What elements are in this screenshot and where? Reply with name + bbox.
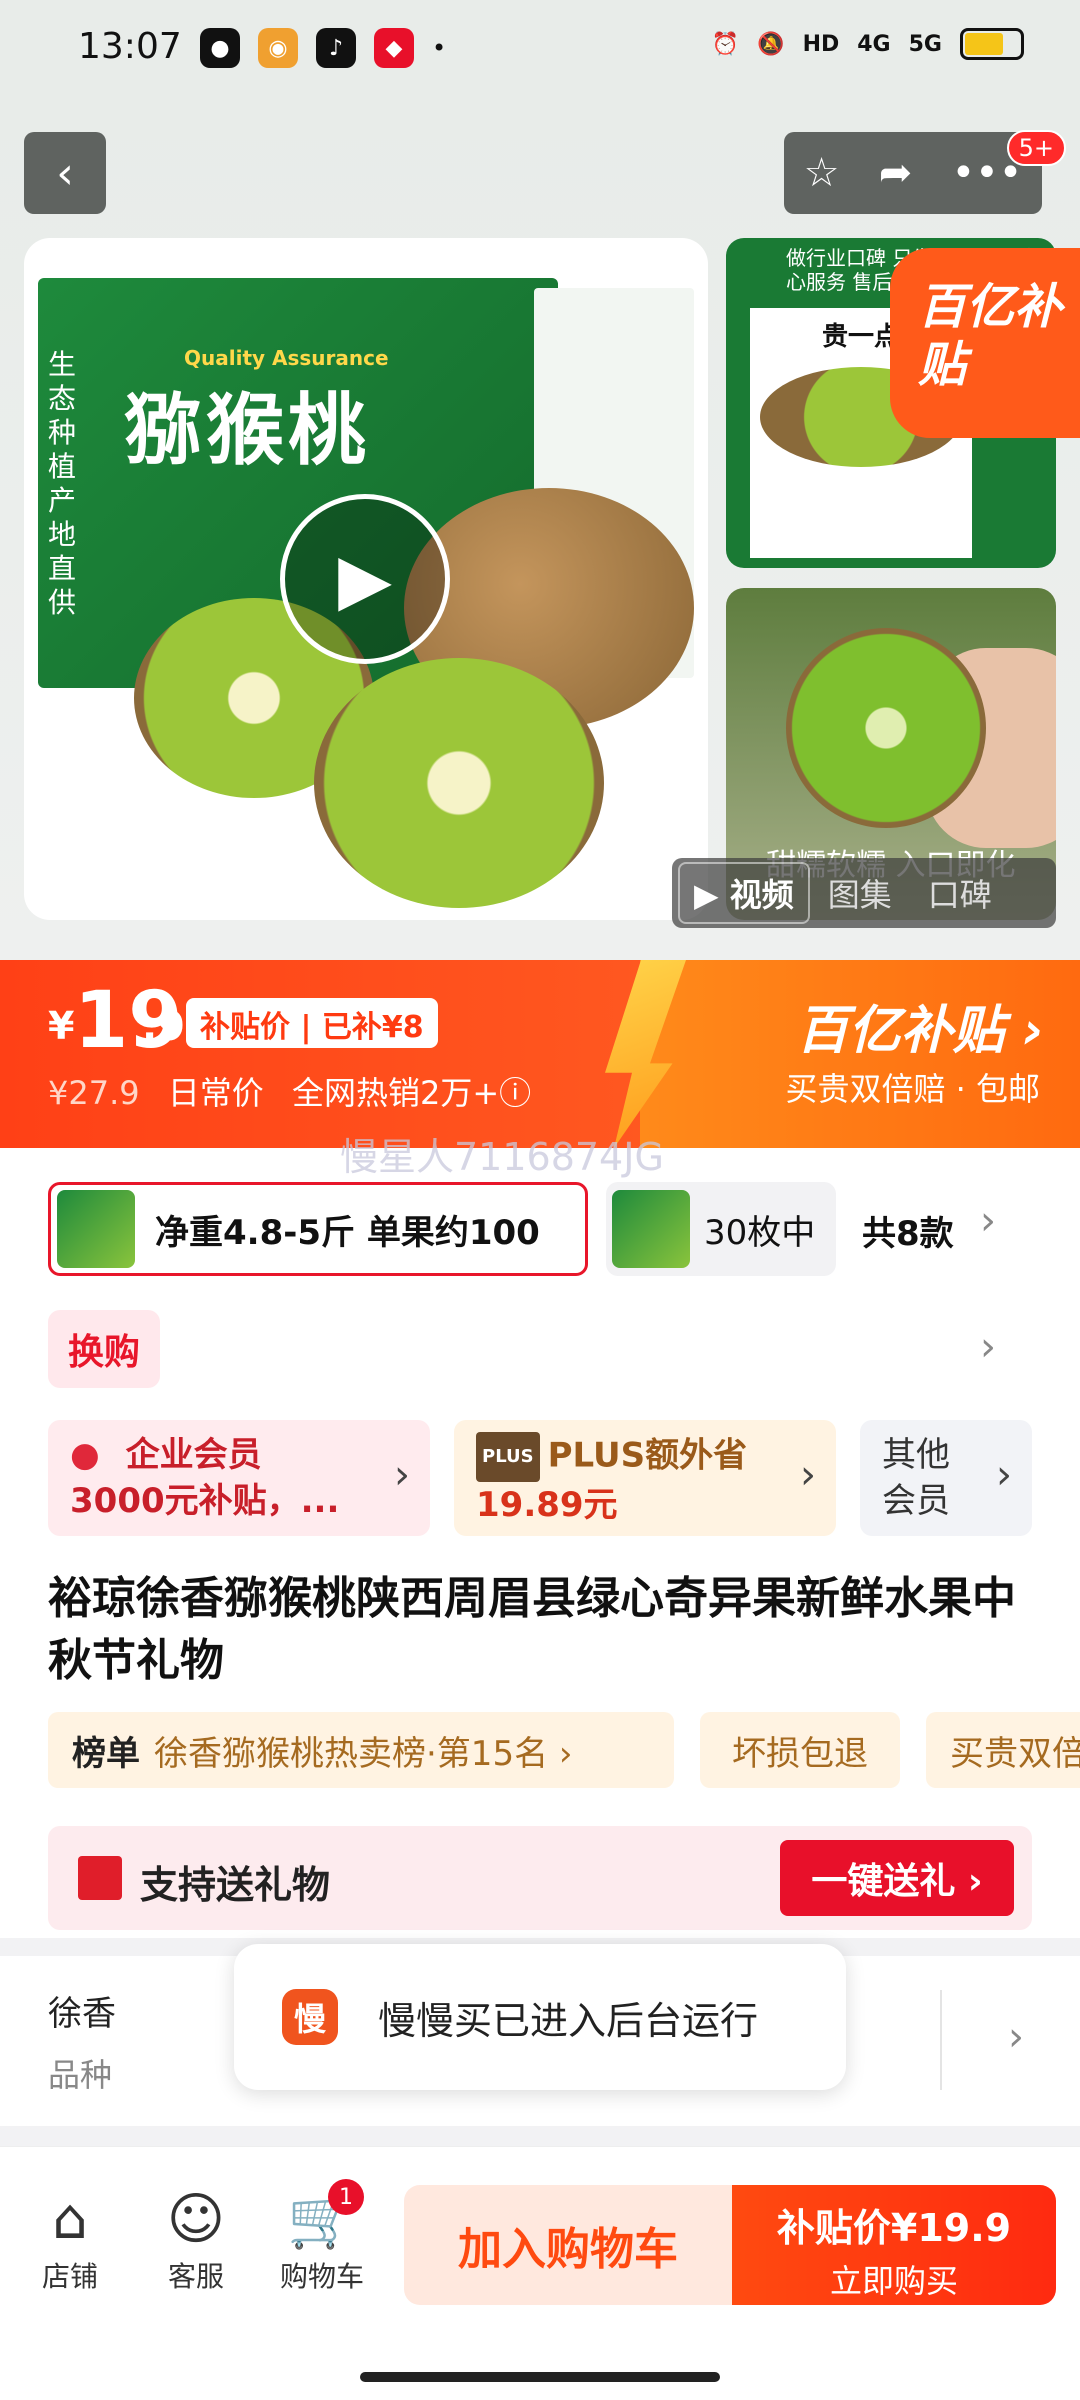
cart-button[interactable]: 🛒 1 购物车 [262, 2179, 382, 2295]
kiwi-half-image [314, 658, 604, 908]
send-gift-button[interactable]: 一键送礼 › [780, 1840, 1014, 1916]
top-actions: ☆ ➦ ••• [784, 132, 1042, 214]
signal-4g-icon: 4G [857, 31, 891, 57]
original-price-label: 日常价 [167, 1074, 264, 1112]
box-title-text: 猕猴桃 [124, 385, 371, 476]
original-price-row: ¥27.9 日常价 全网热销2万+ⓘ [48, 1068, 531, 1114]
spec-count[interactable]: 共8款 [862, 1206, 954, 1255]
subsidy-brand[interactable]: 百亿补贴 › [796, 988, 1044, 1063]
watermark: 慢星人7116874JG [340, 1135, 664, 1179]
weibo-icon: ◉ [258, 28, 298, 68]
original-price: ¥27.9 [48, 1074, 140, 1112]
product-gallery: ‹ ☆ ➦ ••• 5+ 生态种植产地直供 Quality Assurance … [0, 100, 1080, 960]
person-icon: ● [70, 1435, 100, 1475]
subsidy-corner-tag: 百亿补贴 [890, 248, 1080, 438]
tab-gallery[interactable]: 图集 [810, 870, 910, 916]
chevron-right-icon: › [800, 1452, 816, 1498]
signal-5g-icon: 5G [908, 31, 942, 57]
media-tabs: ▶ 视频 图集 口碑 [672, 858, 1056, 928]
spec-label: 30枚中 [704, 1212, 816, 1253]
back-button[interactable]: ‹ [24, 132, 106, 214]
more-dot-icon: • [432, 34, 447, 62]
other-member-card[interactable]: 其他 会员 › [860, 1420, 1032, 1536]
status-right: ⏰ 🔕 HD 4G 5G [712, 28, 1024, 60]
spec-option[interactable]: 30枚中 [606, 1182, 836, 1276]
mute-icon: 🔕 [757, 31, 785, 57]
gift-row[interactable]: 支持送礼物 一键送礼 › [48, 1826, 1032, 1930]
battery-icon [960, 28, 1024, 60]
shop-button[interactable]: ⌂ 店铺 [10, 2185, 130, 2295]
status-bar: 13:07 ● ◉ ♪ ◆ • ⏰ 🔕 HD 4G 5G [0, 0, 1080, 100]
tab-video[interactable]: ▶ 视频 [678, 862, 810, 924]
tiktok-icon: ♪ [316, 28, 356, 68]
plus-member-card[interactable]: PLUS PLUS额外省 19.89元 › [454, 1420, 836, 1536]
chevron-right-icon: › [996, 1452, 1012, 1498]
app-logo-icon: 慢 [282, 1989, 338, 2045]
cart-icon: 🛒 [287, 2187, 357, 2252]
enterprise-member-card[interactable]: ● 企业会员 3000元补贴，... › [48, 1420, 430, 1536]
shop-icon: ⌂ [52, 2187, 88, 2252]
share-icon[interactable]: ➦ [879, 150, 913, 196]
price-decimal: .9 [142, 1004, 186, 1050]
message-badge: 5+ [1006, 130, 1066, 166]
spec-option-selected[interactable]: 净重4.8-5斤 单果约100 [48, 1182, 588, 1276]
subsidy-price-chip: 补贴价 | 已补¥8 [186, 998, 438, 1048]
attribute-value: 徐香 [48, 1994, 116, 2034]
damage-refund-tag[interactable]: 坏损包退 [700, 1712, 900, 1788]
play-video-button[interactable]: ▶ [280, 494, 450, 664]
service-button[interactable]: ☺ 客服 [136, 2185, 256, 2295]
gift-label: 支持送礼物 [140, 1863, 331, 1907]
bottom-action-bar: ⌂ 店铺 ☺ 客服 🛒 1 购物车 加入购物车 补贴价¥19.9 立即购买 [0, 2146, 1080, 2400]
hd-icon: HD [802, 31, 840, 57]
app-icon: ◆ [374, 28, 414, 68]
gift-icon [78, 1856, 122, 1900]
add-to-cart-button[interactable]: 加入购物车 [404, 2185, 732, 2305]
chevron-right-icon[interactable]: › [1008, 2014, 1024, 2060]
price-currency: ¥ [48, 1004, 75, 1048]
chevron-right-icon[interactable]: › [980, 1198, 996, 1244]
price-guarantee-tag[interactable]: 买贵双倍 [926, 1712, 1080, 1788]
spec-thumbnail [612, 1190, 690, 1268]
spec-label: 净重4.8-5斤 单果约100 [155, 1212, 540, 1253]
buy-now-button[interactable]: 补贴价¥19.9 立即购买 [732, 2185, 1056, 2305]
plus-icon: PLUS [476, 1432, 540, 1482]
box-quality-text: Quality Assurance [184, 346, 389, 370]
kiwi-held-image [786, 628, 986, 828]
cart-count-badge: 1 [328, 2179, 364, 2215]
ranking-key: 榜单 [72, 1733, 140, 1774]
main-product-image[interactable]: 生态种植产地直供 Quality Assurance 猕猴桃 ▶ [24, 238, 708, 920]
product-info-panel: 净重4.8-5斤 单果约100 30枚中 共8款 › 换购 › ● 企业会员 30… [0, 1148, 1080, 1938]
alarm-icon: ⏰ [711, 31, 740, 57]
spec-thumbnail [57, 1190, 135, 1268]
status-time: 13:07 [78, 26, 182, 67]
subsidy-brand-sub: 买贵双倍赔 · 包邮 [785, 1070, 1040, 1108]
product-title: 裕琼徐香猕猴桃陕西周眉县绿心奇异果新鲜水果中秋节礼物 [48, 1573, 1016, 1686]
ranking-chip[interactable]: 榜单 徐香猕猴桃热卖榜·第15名 › [48, 1712, 674, 1788]
favorite-star-icon[interactable]: ☆ [804, 150, 840, 196]
divider [940, 1990, 942, 2090]
chevron-right-icon: › [394, 1452, 410, 1498]
toast-text: 慢慢买已进入后台运行 [378, 1998, 759, 2043]
service-icon: ☺ [166, 2187, 226, 2252]
notification-icons: ● ◉ ♪ ◆ • [200, 28, 446, 68]
chevron-right-icon[interactable]: › [980, 1324, 996, 1370]
box-side-text: 生态种植产地直供 [48, 348, 77, 619]
tab-reviews[interactable]: 口碑 [910, 870, 1010, 916]
price-banner: ¥ 19 .9 补贴价 | 已补¥8 ¥27.9 日常价 全网热销2万+ⓘ 百亿… [0, 960, 1080, 1148]
background-toast: 慢 慢慢买已进入后台运行 [234, 1944, 846, 2090]
attribute-key: 品种 [48, 2056, 113, 2094]
ranking-value: 徐香猕猴桃热卖榜·第15名 › [154, 1733, 573, 1774]
sales-count[interactable]: 全网热销2万+ⓘ [292, 1074, 531, 1112]
home-indicator[interactable] [360, 2372, 720, 2382]
wechat-icon: ● [200, 28, 240, 68]
swap-purchase-chip[interactable]: 换购 [48, 1310, 161, 1388]
